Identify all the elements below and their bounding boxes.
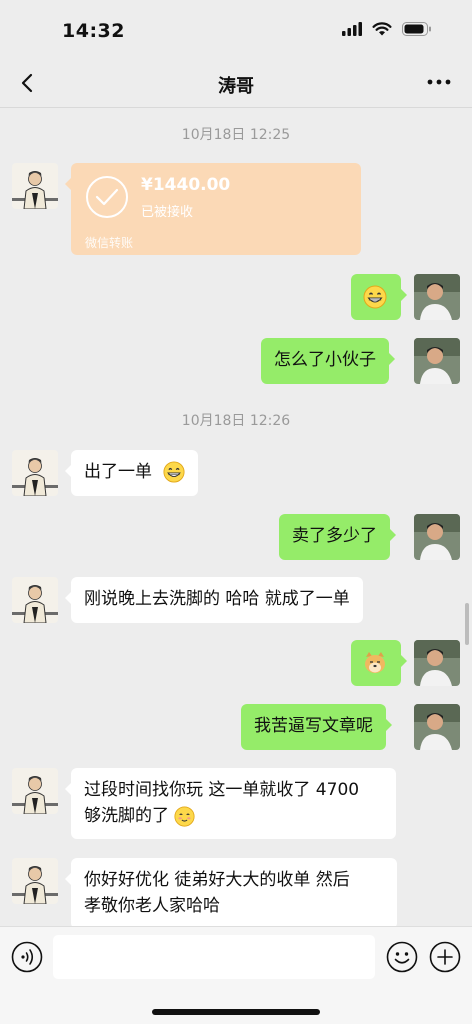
signal-icon xyxy=(342,22,362,36)
message-sent[interactable]: 我苦逼写文章呢 xyxy=(241,704,392,750)
message-received[interactable]: 刚说晚上去洗脚的 哈哈 就成了一单 xyxy=(65,577,363,623)
message-sent-emoji[interactable] xyxy=(351,274,407,320)
more-icon[interactable] xyxy=(424,70,454,94)
message-text-line: 够洗脚的了 xyxy=(84,803,383,829)
message-text: 够洗脚的了 xyxy=(84,806,169,826)
doge-emoji-icon xyxy=(365,652,385,673)
transfer-label: 微信转账 xyxy=(85,236,134,250)
avatar-contact[interactable] xyxy=(12,163,58,209)
scrollbar[interactable] xyxy=(465,603,469,645)
check-circle-icon xyxy=(86,176,128,218)
wifi-icon xyxy=(372,22,392,36)
message-input[interactable] xyxy=(53,935,375,979)
grin-emoji-icon xyxy=(363,285,387,309)
message-text-line: 你好好优化 徒弟好大大的收单 然后 xyxy=(84,870,350,890)
message-text: 出了一单 xyxy=(84,462,152,482)
timestamp: 10月18日 12:26 xyxy=(181,413,291,429)
message-received[interactable]: 过段时间找你玩 这一单就收了 4700 够洗脚的了 xyxy=(65,768,396,839)
message-text-line: 过段时间找你玩 这一单就收了 4700 xyxy=(84,780,360,800)
message-received[interactable]: 你好好优化 徒弟好大大的收单 然后 孝敬你老人家哈哈 xyxy=(65,858,397,926)
avatar-self[interactable] xyxy=(414,640,460,686)
message-received[interactable]: 出了一单 xyxy=(64,450,199,496)
transfer-amount: ¥1440.00 xyxy=(141,175,231,195)
status-bar: 14:32 xyxy=(0,0,472,60)
voice-icon[interactable] xyxy=(11,941,43,973)
transfer-status: 已被接收 xyxy=(141,205,194,220)
avatar-contact[interactable] xyxy=(12,450,58,496)
message-text-line: 孝敬你老人家哈哈 xyxy=(84,896,220,916)
avatar-contact[interactable] xyxy=(12,768,58,814)
status-icons xyxy=(342,22,432,36)
status-time: 14:32 xyxy=(62,20,125,42)
transfer-message[interactable]: ¥1440.00 已被接收 微信转账 xyxy=(65,163,361,255)
avatar-self[interactable] xyxy=(414,274,460,320)
chat-header: 涛哥 xyxy=(0,60,472,108)
timestamp: 10月18日 12:25 xyxy=(181,127,291,143)
home-indicator[interactable] xyxy=(152,1009,320,1015)
avatar-contact[interactable] xyxy=(12,858,58,904)
emoji-icon[interactable] xyxy=(386,941,418,973)
avatar-self[interactable] xyxy=(414,704,460,750)
grin-emoji-icon xyxy=(163,461,185,483)
chat-title: 涛哥 xyxy=(218,76,254,97)
battery-icon xyxy=(402,22,431,36)
avatar-self[interactable] xyxy=(414,514,460,560)
message-sent-emoji[interactable] xyxy=(351,640,407,686)
blush-emoji-icon xyxy=(174,805,195,827)
avatar-contact[interactable] xyxy=(12,577,58,623)
message-sent[interactable]: 卖了多少了 xyxy=(279,514,396,560)
add-icon[interactable] xyxy=(429,941,461,973)
avatar-self[interactable] xyxy=(414,338,460,384)
message-sent[interactable]: 怎么了小伙子 xyxy=(261,338,395,384)
message-list[interactable]: 10月18日 12:25 ¥1440.00 已被接收 微信转账 怎么了小伙子 1… xyxy=(0,108,472,926)
